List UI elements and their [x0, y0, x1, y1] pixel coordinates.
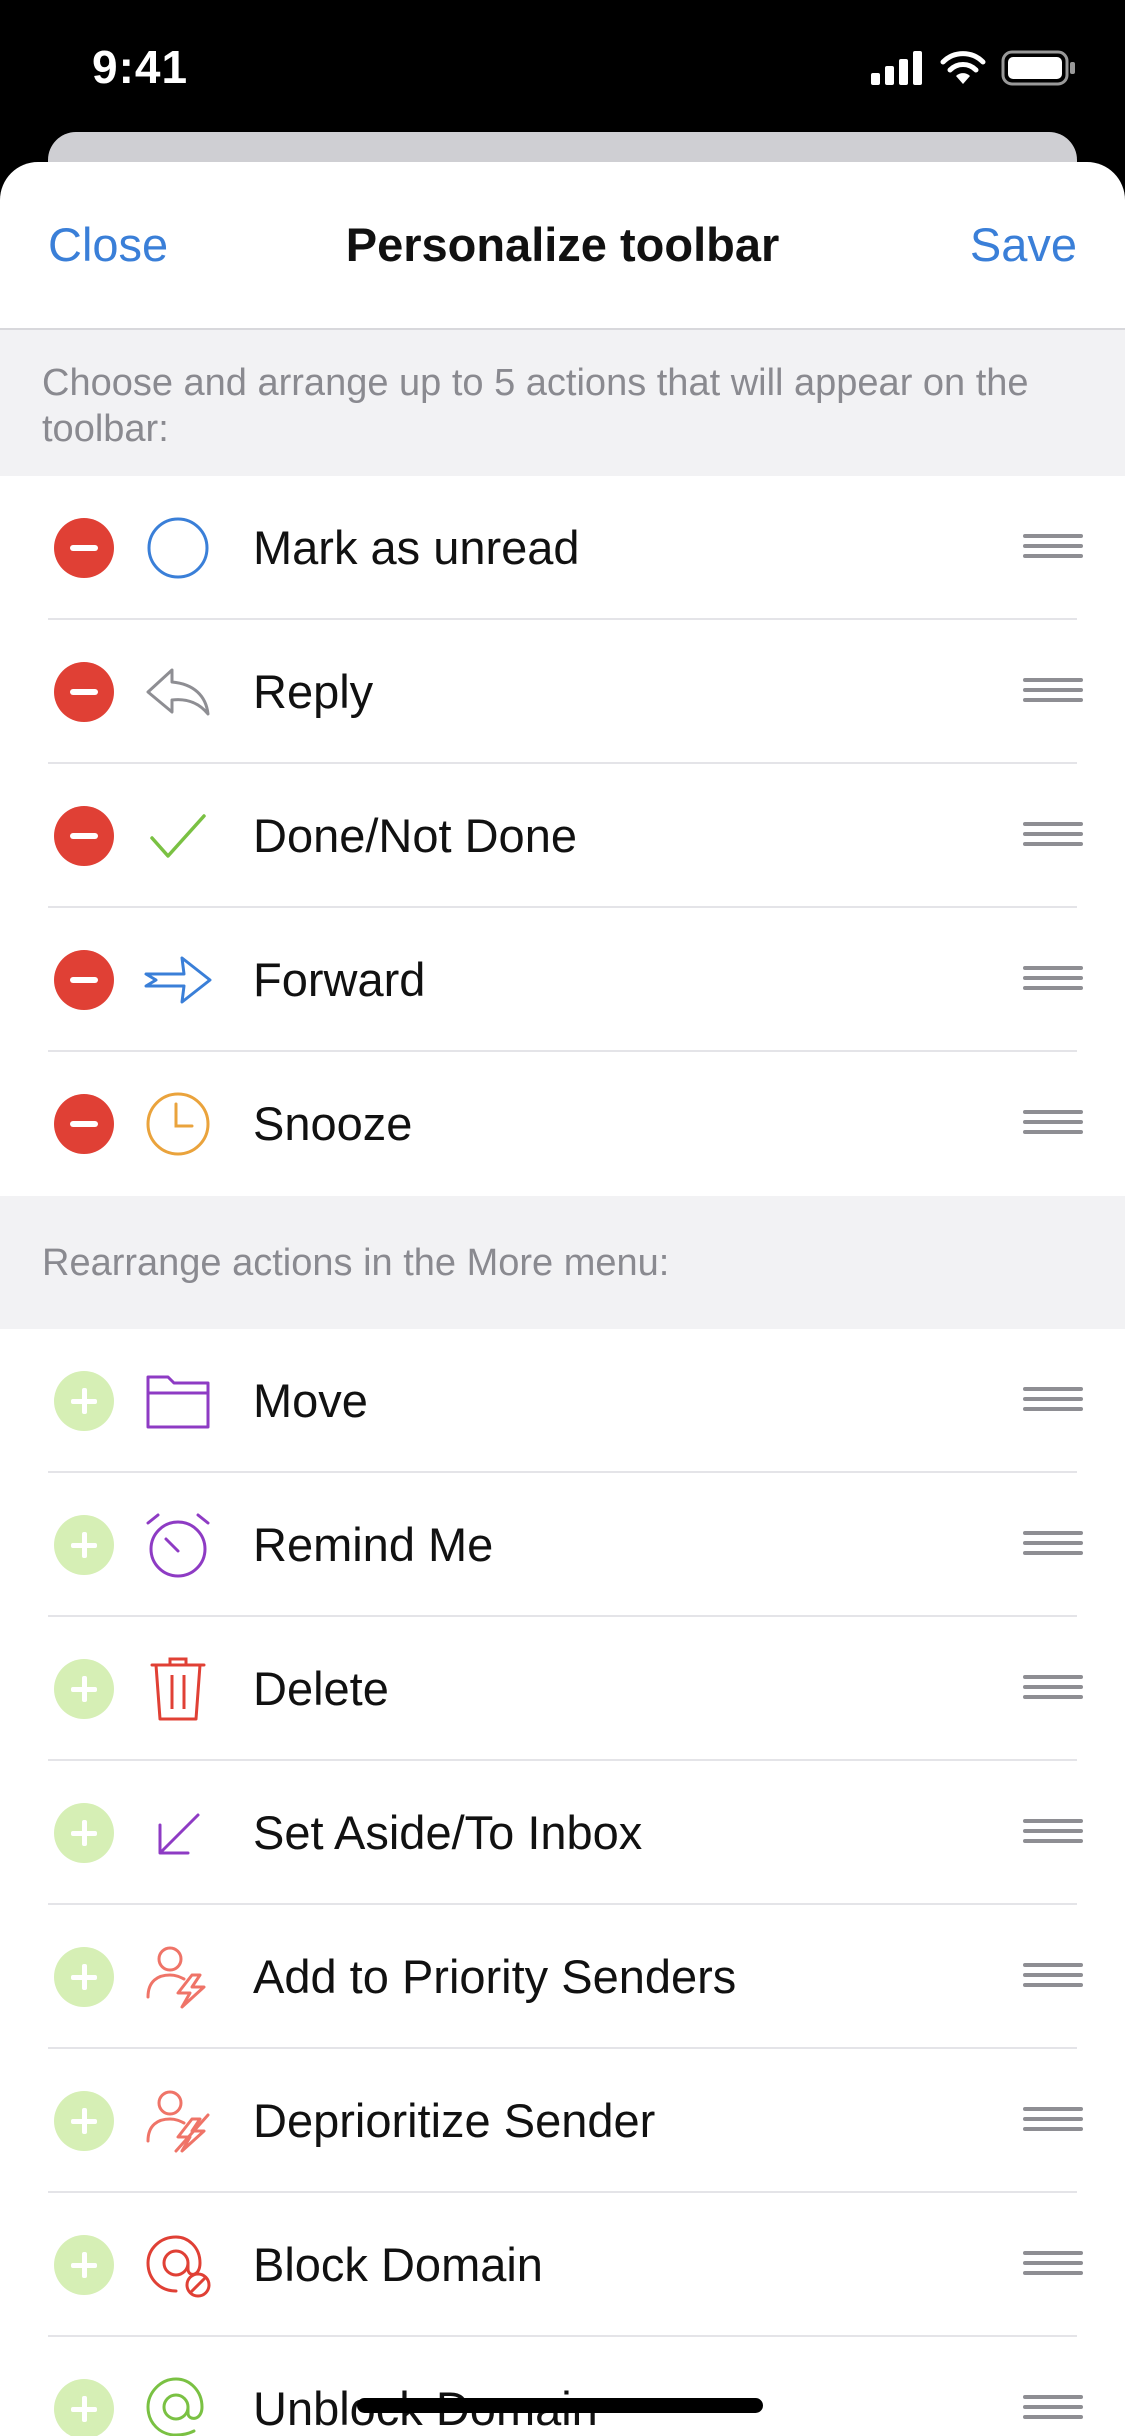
toolbar-item-snooze: Snooze [0, 1052, 1125, 1196]
drag-handle-icon[interactable] [1023, 966, 1083, 996]
item-label: Snooze [253, 1097, 413, 1150]
drag-handle-icon[interactable] [1023, 1110, 1083, 1140]
item-label: Remind Me [253, 1518, 494, 1571]
status-bar: 9:41 [0, 0, 1125, 135]
toolbar-section-header: Choose and arrange up to 5 actions that … [0, 330, 1125, 476]
person-bolt-icon [146, 1946, 206, 2009]
item-label: Set Aside/To Inbox [253, 1806, 643, 1859]
remove-button[interactable] [54, 518, 114, 578]
more-item-block-domain: Block Domain [0, 2193, 1125, 2337]
save-button[interactable]: Save [970, 217, 1077, 272]
item-label: Delete [253, 1662, 389, 1715]
home-indicator[interactable] [357, 2398, 763, 2413]
battery-icon [1001, 50, 1075, 86]
alarm-clock-icon [146, 1513, 210, 1578]
remove-button[interactable] [54, 806, 114, 866]
item-label: Deprioritize Sender [253, 2094, 656, 2147]
reply-arrow-icon [146, 668, 210, 716]
item-label: Move [253, 1374, 368, 1427]
toolbar-item-forward: Forward [0, 908, 1125, 1052]
more-item-deprioritize-sender: Deprioritize Sender [0, 2049, 1125, 2193]
drag-handle-icon[interactable] [1023, 822, 1083, 852]
drag-handle-icon[interactable] [1023, 2251, 1083, 2281]
drag-handle-icon[interactable] [1023, 1675, 1083, 1705]
add-button[interactable] [54, 1371, 114, 1431]
more-item-unblock-domain: Unblock Domain [0, 2337, 1125, 2436]
personalize-toolbar-sheet: Close Personalize toolbar Save Choose an… [0, 162, 1125, 2436]
at-block-icon [146, 2235, 211, 2298]
add-button[interactable] [54, 1515, 114, 1575]
add-button[interactable] [54, 2091, 114, 2151]
more-section-header: Rearrange actions in the More menu: [0, 1196, 1125, 1329]
trash-icon [150, 1657, 206, 1721]
person-bolt-strike-icon [146, 2090, 210, 2153]
nav-bar: Close Personalize toolbar Save [0, 162, 1125, 330]
toolbar-item-reply: Reply [0, 620, 1125, 764]
add-button[interactable] [54, 2235, 114, 2295]
at-icon [146, 2377, 204, 2436]
more-item-add-priority-senders: Add to Priority Senders [0, 1905, 1125, 2049]
add-button[interactable] [54, 1947, 114, 2007]
more-item-remind-me: Remind Me [0, 1473, 1125, 1617]
toolbar-item-done-not-done: Done/Not Done [0, 764, 1125, 908]
more-item-delete: Delete [0, 1617, 1125, 1761]
remove-button[interactable] [54, 950, 114, 1010]
item-label: Reply [253, 665, 374, 718]
drag-handle-icon[interactable] [1023, 1531, 1083, 1561]
status-time: 9:41 [92, 41, 189, 93]
down-left-arrow-icon [158, 1813, 200, 1855]
add-button[interactable] [54, 2379, 114, 2436]
more-item-move: Move [0, 1329, 1125, 1473]
drag-handle-icon[interactable] [1023, 678, 1083, 708]
drag-handle-icon[interactable] [1023, 1387, 1083, 1417]
drag-handle-icon[interactable] [1023, 2107, 1083, 2137]
remove-button[interactable] [54, 1094, 114, 1154]
item-label: Mark as unread [253, 521, 580, 574]
page-title: Personalize toolbar [345, 218, 780, 271]
checkmark-icon [150, 814, 206, 858]
drag-handle-icon[interactable] [1023, 2395, 1083, 2425]
folder-icon [146, 1375, 210, 1429]
remove-button[interactable] [54, 662, 114, 722]
clock-icon [146, 1092, 210, 1156]
item-label: Forward [253, 953, 426, 1006]
add-button[interactable] [54, 1659, 114, 1719]
circle-icon [147, 517, 209, 579]
cellular-signal-icon [871, 51, 922, 85]
drag-handle-icon[interactable] [1023, 1963, 1083, 1993]
item-label: Add to Priority Senders [253, 1950, 737, 2003]
more-item-set-aside: Set Aside/To Inbox [0, 1761, 1125, 1905]
drag-handle-icon[interactable] [1023, 534, 1083, 564]
item-label: Block Domain [253, 2238, 543, 2291]
item-label: Done/Not Done [253, 809, 577, 862]
wifi-icon [940, 51, 986, 84]
add-button[interactable] [54, 1803, 114, 1863]
drag-handle-icon[interactable] [1023, 1819, 1083, 1849]
toolbar-item-mark-as-unread: Mark as unread [0, 476, 1125, 620]
status-icons [871, 50, 1077, 86]
forward-arrow-icon [144, 956, 212, 1004]
